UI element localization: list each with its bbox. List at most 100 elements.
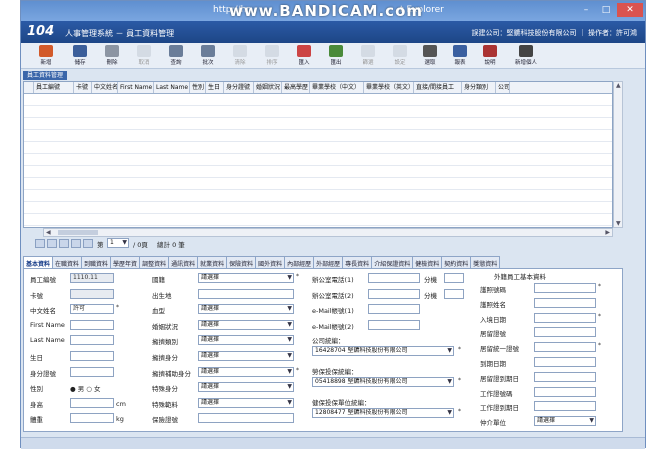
minimize-button[interactable]: – (577, 3, 595, 17)
column-header[interactable]: 身分證號 (224, 82, 254, 93)
prev-page-button[interactable] (47, 239, 57, 248)
next-page-button[interactable] (59, 239, 69, 248)
vertical-scrollbar[interactable]: ▲ ▼ (613, 81, 623, 228)
input-c4-8[interactable] (534, 401, 596, 412)
column-header[interactable]: 畢業學校（英文） (364, 82, 414, 93)
tab-7[interactable]: 保險資料 (226, 256, 257, 268)
column-header[interactable]: 性別 (190, 82, 206, 93)
scroll-down-icon[interactable]: ▼ (616, 220, 621, 227)
input-c4-6[interactable] (534, 371, 596, 382)
tab-15[interactable]: 獎懲資料 (470, 256, 501, 268)
table-row[interactable] (24, 106, 612, 118)
horizontal-scrollbar[interactable]: ◀ ▶ (43, 228, 613, 237)
tab-3[interactable]: 學歷年資 (110, 256, 141, 268)
tab-14[interactable]: 契約資料 (441, 256, 472, 268)
toolbar-button-11[interactable]: 設定 (389, 45, 411, 66)
input-c4-2[interactable] (534, 312, 596, 323)
tab-4[interactable]: 調整資料 (139, 256, 170, 268)
table-row[interactable] (24, 190, 612, 202)
refresh-button[interactable] (83, 239, 93, 248)
input-c1-8[interactable] (70, 397, 114, 408)
tab-1[interactable]: 在職資料 (52, 256, 83, 268)
toolbar-button-4[interactable]: 查詢 (165, 45, 187, 66)
column-header[interactable]: 直接/間接員工 (414, 82, 462, 93)
input-c4-7[interactable] (534, 386, 596, 397)
toolbar-button-3[interactable]: 取消 (133, 45, 155, 66)
tab-5[interactable]: 通訊資料 (168, 256, 199, 268)
table-row[interactable] (24, 214, 612, 226)
company-tax-id-select[interactable]: 16428704 堅鑣科技股份有限公司 ▼ (312, 346, 454, 356)
employee-grid[interactable]: 員工編號 卡號 中文姓名 First Name Last Name 性別 生日 身分證號 婚姻狀… (23, 81, 613, 228)
toolbar-button-12[interactable]: 選取 (419, 45, 441, 66)
scroll-up-icon[interactable]: ▲ (616, 82, 621, 89)
last-page-button[interactable] (71, 239, 81, 248)
table-row[interactable] (24, 202, 612, 214)
tab-0[interactable]: 基本資料 (23, 256, 54, 268)
toolbar-button-6[interactable]: 清除 (229, 45, 251, 66)
ext-input[interactable] (444, 273, 464, 283)
select-c2-7[interactable]: 請選擇 ▼ (198, 382, 294, 393)
column-header[interactable]: First Name (118, 82, 154, 93)
page-select[interactable]: 1 ▼ (107, 238, 129, 248)
toolbar-button-13[interactable]: 報表 (449, 45, 471, 66)
input-c1-2[interactable]: 許可 (70, 304, 114, 315)
scroll-right-icon[interactable]: ▶ (605, 229, 610, 236)
input-c4-3[interactable] (534, 327, 596, 338)
labor-insurance-id-select[interactable]: 05418898 堅鑣科技股份有限公司 ▼ (312, 377, 454, 387)
column-header[interactable]: 畢業學校（中文） (310, 82, 364, 93)
close-button[interactable]: ✕ (617, 3, 643, 17)
input-c4-0[interactable] (534, 283, 596, 293)
input-c4-5[interactable] (534, 357, 596, 367)
select-c2-5[interactable]: 請選擇 ▼ (198, 351, 294, 361)
tab-11[interactable]: 專長資料 (342, 256, 373, 268)
input-c1-4[interactable] (70, 335, 114, 346)
toolbar-button-15[interactable]: 新增個人 (511, 45, 541, 66)
health-insurance-id-select[interactable]: 12808477 堅鑣科技股份有限公司 ▼ (312, 408, 454, 418)
toolbar-button-1[interactable]: 儲存 (69, 45, 91, 66)
column-header[interactable]: Last Name (154, 82, 190, 93)
input-c2-1[interactable] (198, 288, 294, 299)
ext-input[interactable] (444, 288, 464, 299)
column-header[interactable]: 卡號 (74, 82, 92, 93)
tab-12[interactable]: 介紹保證資料 (371, 256, 414, 268)
column-header[interactable]: 員工編號 (34, 82, 74, 93)
maximize-button[interactable]: □ (597, 3, 615, 17)
toolbar-button-14[interactable]: 說明 (479, 45, 501, 66)
select-c2-4[interactable]: 請選擇 ▼ (198, 335, 294, 346)
select-c4-9[interactable]: 請選擇 ▼ (534, 416, 596, 427)
gender-radio[interactable]: ● 男 ○ 女 (70, 383, 101, 393)
input-c3-2[interactable] (368, 304, 420, 315)
table-row[interactable] (24, 142, 612, 154)
column-header[interactable]: 最高學歷 (282, 82, 310, 93)
tab-2[interactable]: 到職資料 (81, 256, 112, 268)
table-row[interactable] (24, 94, 612, 106)
column-header[interactable]: 中文姓名 (92, 82, 118, 93)
toolbar-button-2[interactable]: 刪除 (101, 45, 123, 66)
input-c2-9[interactable] (198, 413, 294, 424)
tab-8[interactable]: 國外資料 (255, 256, 286, 268)
toolbar-button-8[interactable]: 匯入 (293, 45, 315, 66)
input-c4-1[interactable] (534, 297, 596, 308)
tab-9[interactable]: 內部經歷 (284, 256, 315, 268)
toolbar-button-9[interactable]: 匯出 (325, 45, 347, 66)
column-header[interactable]: 公司 (496, 82, 510, 93)
table-row[interactable] (24, 118, 612, 130)
tab-10[interactable]: 外部經歷 (313, 256, 344, 268)
column-header[interactable]: 生日 (206, 82, 224, 93)
toolbar-button-5[interactable]: 批次 (197, 45, 219, 66)
input-c3-3[interactable] (368, 319, 420, 330)
input-c1-6[interactable] (70, 366, 114, 377)
table-row[interactable] (24, 178, 612, 190)
input-c1-9[interactable] (70, 413, 114, 424)
select-c2-0[interactable]: 請選擇 ▼ (198, 273, 294, 283)
input-c1-5[interactable] (70, 351, 114, 361)
select-c2-2[interactable]: 請選擇 ▼ (198, 304, 294, 315)
table-row[interactable] (24, 154, 612, 166)
select-c2-3[interactable]: 請選擇 ▼ (198, 319, 294, 330)
input-c3-0[interactable] (368, 273, 420, 283)
table-row[interactable] (24, 130, 612, 142)
scroll-thumb[interactable] (58, 230, 98, 235)
input-c4-4[interactable] (534, 342, 596, 353)
scroll-left-icon[interactable]: ◀ (46, 229, 51, 236)
input-c1-3[interactable] (70, 319, 114, 330)
